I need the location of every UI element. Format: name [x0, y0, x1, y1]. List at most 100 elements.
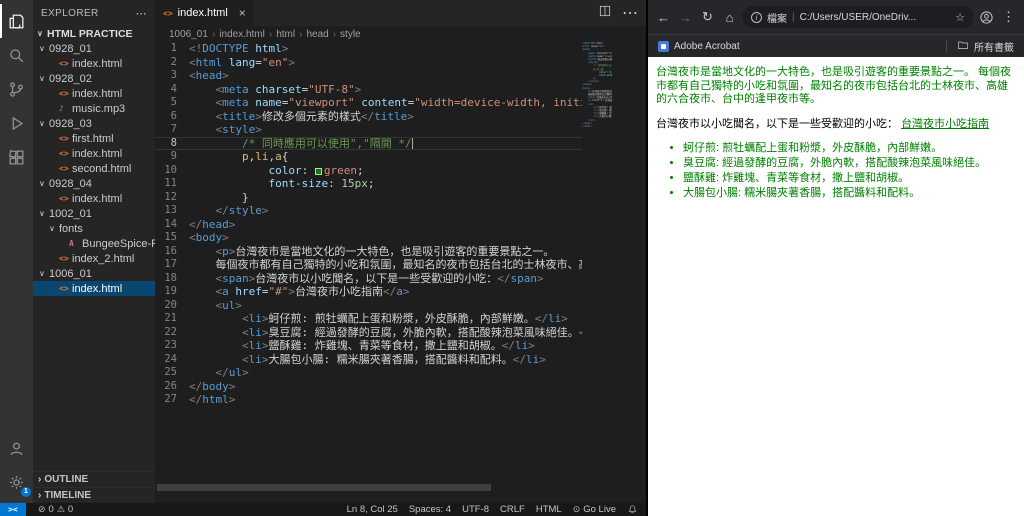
section-label: OUTLINE — [44, 474, 89, 485]
breadcrumb-1006_01[interactable]: 1006_01 — [169, 29, 208, 40]
status-item[interactable]: Spaces: 4 — [409, 504, 451, 515]
code-line-25[interactable]: 25 </ul> — [155, 366, 582, 380]
all-bookmarks-button[interactable]: 所有書籤 — [946, 39, 1014, 54]
forward-button[interactable]: → — [676, 10, 695, 25]
code-line-18[interactable]: 18 <span>台灣夜市以小吃聞名，以下是一些受歡迎的小吃：</span> — [155, 272, 582, 286]
explorer-more-actions-icon[interactable]: ⋯ — [136, 7, 147, 20]
address-bar[interactable]: i 檔案 | C:/Users/USER/OneDriv... ☆ — [742, 6, 974, 28]
breadcrumb-index.html[interactable]: index.html — [219, 29, 265, 40]
source-control-icon[interactable] — [0, 72, 33, 106]
code-line-4[interactable]: 4 <meta charset="UTF-8"> — [155, 83, 582, 97]
tree-item-label: index.html — [72, 282, 123, 295]
folder-0928_01[interactable]: ∨ 0928_01 — [33, 41, 155, 56]
account-icon[interactable] — [0, 431, 33, 465]
extensions-icon[interactable] — [0, 140, 33, 174]
file-music.mp3[interactable]: ♪ music.mp3 — [33, 101, 155, 116]
file-index_2.html[interactable]: <> index_2.html — [33, 251, 155, 266]
home-button[interactable]: ⌂ — [720, 10, 739, 25]
code-line-12[interactable]: 12 } — [155, 191, 582, 205]
editor-more-actions-icon[interactable]: ⋯ — [622, 3, 638, 23]
tab-label: index.html — [177, 7, 228, 19]
page-info-icon[interactable]: i — [751, 11, 762, 23]
tab-index-html[interactable]: <> index.html × — [155, 0, 254, 26]
line-number: 9 — [170, 150, 177, 162]
code-editor[interactable]: 1 <!DOCTYPE html> 2 <html lang="en"> 3 <head>… — [155, 42, 582, 479]
folder-0928_02[interactable]: ∨ 0928_02 — [33, 71, 155, 86]
bookmark-adobe-acrobat[interactable]: Adobe Acrobat — [658, 40, 740, 52]
breadcrumb-html[interactable]: html — [276, 29, 295, 40]
errors-icon: ⊘ — [38, 504, 46, 514]
file-index.html[interactable]: <> index.html — [33, 146, 155, 161]
minimap[interactable]: <!DOCTYPE html> <html lang="en"> <head> <m… — [582, 42, 612, 152]
file-first.html[interactable]: <> first.html — [33, 131, 155, 146]
section-outline[interactable]: › OUTLINE — [33, 471, 155, 487]
breadcrumb[interactable]: 1006_01 › index.html › html › head › style — [155, 26, 646, 42]
status-item[interactable]: HTML — [536, 504, 562, 515]
notifications-bell-icon[interactable] — [627, 504, 638, 515]
code-line-11[interactable]: 11 font-size: 15px; — [155, 177, 582, 191]
problems-indicator[interactable]: ⊘ 0 ⚠ 0 — [34, 504, 73, 515]
status-item[interactable]: Ln 8, Col 25 — [347, 504, 398, 515]
back-button[interactable]: ← — [654, 10, 673, 25]
code-line-14[interactable]: 14 </head> — [155, 218, 582, 232]
file-index.html[interactable]: <> index.html — [33, 191, 155, 206]
file-BungeeSpice-Regu...[interactable]: A BungeeSpice-Regu... — [33, 236, 155, 251]
profile-icon[interactable] — [977, 9, 996, 25]
file-index.html[interactable]: <> index.html — [33, 56, 155, 71]
code-line-1[interactable]: 1 <!DOCTYPE html> — [155, 42, 582, 56]
folder-1002_01[interactable]: ∨ 1002_01 — [33, 206, 155, 221]
code-line-27[interactable]: 27 </html> — [155, 393, 582, 407]
screen: 1 EXPLORER ⋯ ∨ HTML PRACTICE ∨ 0928_01 <> i… — [0, 0, 1024, 516]
remote-indicator[interactable]: >< — [0, 503, 26, 516]
code-line-10[interactable]: 10 color: green; — [155, 164, 582, 178]
code-line-3[interactable]: 3 <head> — [155, 69, 582, 83]
code-line-26[interactable]: 26 </body> — [155, 380, 582, 394]
breadcrumb-style[interactable]: style — [340, 29, 361, 40]
code-line-16[interactable]: 16 <p>台灣夜市是當地文化的一大特色，也是吸引遊客的重要景點之一。 — [155, 245, 582, 259]
code-line-22[interactable]: 22 <li>臭豆腐: 經過發酵的豆腐，外脆內軟，搭配酸辣泡菜風味絕佳。</li… — [155, 326, 582, 340]
status-item[interactable]: CRLF — [500, 504, 525, 515]
horizontal-scrollbar[interactable] — [157, 484, 491, 491]
go-live-button[interactable]: ⊙ Go Live — [573, 504, 616, 515]
code-line-7[interactable]: 7 <style> — [155, 123, 582, 137]
code-line-23[interactable]: 23 <li>鹽酥雞: 炸雞塊、青菜等食材，撒上鹽和胡椒。</li> — [155, 339, 582, 353]
breadcrumb-head[interactable]: head — [306, 29, 328, 40]
run-debug-icon[interactable] — [0, 106, 33, 140]
code-line-17[interactable]: 17 每個夜市都有自己獨特的小吃和氛圍，最知名的夜市包括台北的士林夜市、高雄的 — [155, 258, 582, 272]
code-line-21[interactable]: 21 <li>蚵仔煎: 煎牡蠣配上蛋和粉漿，外皮酥脆，內部鮮嫩。</li> — [155, 312, 582, 326]
refresh-button[interactable]: ↻ — [698, 9, 717, 25]
code-line-9[interactable]: 9 p,li,a{ — [155, 150, 582, 164]
tree-root-html-practice[interactable]: ∨ HTML PRACTICE — [33, 26, 155, 41]
code-line-15[interactable]: 15 <body> — [155, 231, 582, 245]
status-item[interactable]: UTF-8 — [462, 504, 489, 515]
html-file-icon: <> — [59, 254, 69, 263]
chevron-down-icon: ∨ — [37, 29, 43, 38]
tab-close-icon[interactable]: × — [239, 6, 246, 20]
page-link[interactable]: 台灣夜市小吃指南 — [901, 118, 989, 130]
file-index.html[interactable]: <> index.html — [33, 86, 155, 101]
section-timeline[interactable]: › TIMELINE — [33, 487, 155, 503]
explorer-icon[interactable] — [0, 4, 33, 38]
line-number: 3 — [170, 69, 177, 81]
file-second.html[interactable]: <> second.html — [33, 161, 155, 176]
code-line-2[interactable]: 2 <html lang="en"> — [155, 56, 582, 70]
file-index.html[interactable]: <> index.html — [33, 281, 155, 296]
code-line-24[interactable]: 24 <li>大腸包小腸: 糯米腸夾著香腸，搭配醬料和配料。</li> — [155, 353, 582, 367]
code-line-19[interactable]: 19 <a href="#">台灣夜市小吃指南</a> — [155, 285, 582, 299]
code-line-6[interactable]: 6 <title>修改多個元素的樣式</title> — [155, 110, 582, 124]
tree-item-label: BungeeSpice-Regu... — [82, 237, 155, 250]
folder-fonts[interactable]: ∨ fonts — [33, 221, 155, 236]
code-line-20[interactable]: 20 <ul> — [155, 299, 582, 313]
code-line-8[interactable]: 8 /* 同時應用可以使用","隔開 */ — [155, 137, 582, 151]
bookmark-star-icon[interactable]: ☆ — [955, 11, 965, 24]
browser-menu-icon[interactable]: ⋮ — [999, 9, 1018, 25]
split-editor-icon[interactable] — [598, 4, 612, 23]
code-line-5[interactable]: 5 <meta name="viewport" content="width=d… — [155, 96, 582, 110]
code-line-13[interactable]: 13 </style> — [155, 204, 582, 218]
chevron-down-icon: ∨ — [49, 224, 55, 233]
search-icon[interactable] — [0, 38, 33, 72]
folder-1006_01[interactable]: ∨ 1006_01 — [33, 266, 155, 281]
folder-0928_03[interactable]: ∨ 0928_03 — [33, 116, 155, 131]
folder-0928_04[interactable]: ∨ 0928_04 — [33, 176, 155, 191]
settings-gear-icon[interactable]: 1 — [0, 465, 33, 499]
